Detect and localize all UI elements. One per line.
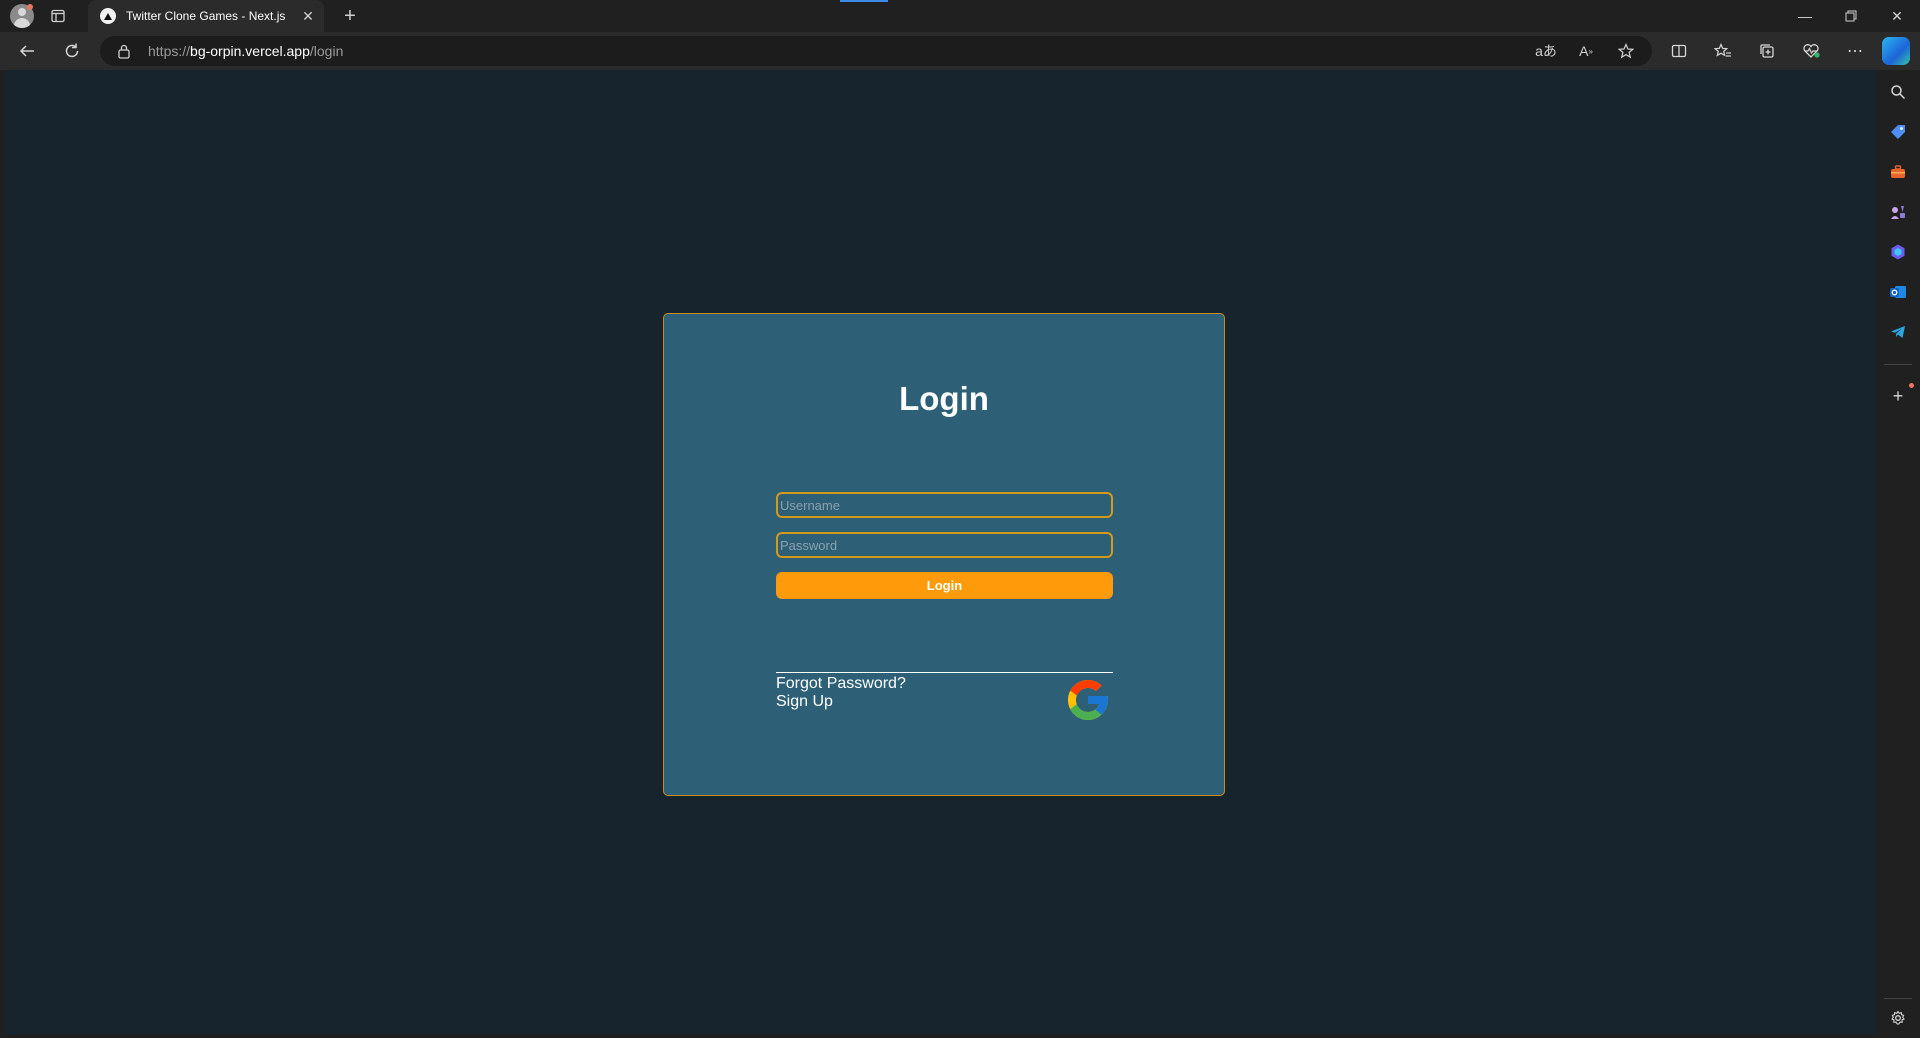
tools-icon[interactable] xyxy=(1886,160,1910,184)
outlook-icon[interactable] xyxy=(1886,280,1910,304)
sidebar-divider xyxy=(1884,364,1912,365)
refresh-icon[interactable] xyxy=(60,39,84,63)
divider xyxy=(776,672,1113,673)
username-input[interactable] xyxy=(776,492,1113,518)
read-aloud-icon[interactable]: A» xyxy=(1574,39,1598,63)
shopping-tag-icon[interactable] xyxy=(1886,120,1910,144)
page-viewport: Login Login Forgot Password? Sign Up xyxy=(4,70,1876,1034)
split-screen-icon[interactable] xyxy=(1667,39,1691,63)
collections-icon[interactable] xyxy=(1755,39,1779,63)
notification-dot xyxy=(1909,383,1914,388)
add-icon[interactable]: + xyxy=(1886,384,1910,408)
loading-indicator xyxy=(840,0,888,2)
copilot-icon[interactable] xyxy=(1882,37,1910,65)
telegram-icon[interactable] xyxy=(1886,320,1910,344)
login-title: Login xyxy=(899,380,989,417)
address-bar[interactable]: https://bg-orpin.vercel.app/login aあ A» xyxy=(100,36,1652,66)
forgot-password-link[interactable]: Forgot Password? xyxy=(776,675,906,693)
password-input[interactable] xyxy=(776,532,1113,558)
tab-actions-icon[interactable] xyxy=(48,6,68,26)
sidebar-divider-bottom xyxy=(1884,998,1912,999)
search-icon[interactable] xyxy=(1886,80,1910,104)
copilot-app-icon[interactable] xyxy=(1886,240,1910,264)
translate-icon[interactable]: aあ xyxy=(1534,39,1558,63)
games-icon[interactable] xyxy=(1886,200,1910,224)
star-icon[interactable] xyxy=(1614,39,1638,63)
tab-title: Twitter Clone Games - Next.js xyxy=(126,9,286,23)
url-scheme: https:// xyxy=(148,43,191,59)
more-icon[interactable]: ⋯ xyxy=(1843,39,1867,63)
login-button[interactable]: Login xyxy=(776,572,1113,599)
url-host: bg-orpin.vercel.app xyxy=(190,43,310,59)
right-sidebar: + xyxy=(1876,70,1920,1038)
lock-icon[interactable] xyxy=(116,43,132,59)
google-icon[interactable] xyxy=(1064,676,1112,724)
url-text: https://bg-orpin.vercel.app/login xyxy=(148,43,343,59)
tab-active[interactable]: Twitter Clone Games - Next.js ✕ xyxy=(88,0,324,32)
title-bar: Twitter Clone Games - Next.js ✕ + — ✕ xyxy=(0,0,1920,32)
minimize-icon[interactable]: — xyxy=(1782,0,1828,32)
favorites-icon[interactable] xyxy=(1711,39,1735,63)
url-path: /login xyxy=(309,43,344,59)
profile-notification-dot xyxy=(27,4,33,10)
close-icon[interactable]: ✕ xyxy=(296,4,320,28)
plus-icon[interactable]: + xyxy=(338,4,362,28)
restore-icon[interactable] xyxy=(1828,0,1874,32)
browser-toolbar: https://bg-orpin.vercel.app/login aあ A» … xyxy=(0,32,1920,70)
sign-up-link[interactable]: Sign Up xyxy=(776,693,833,711)
login-card: Login Login Forgot Password? Sign Up xyxy=(663,313,1225,796)
back-arrow-icon[interactable] xyxy=(15,39,39,63)
close-window-icon[interactable]: ✕ xyxy=(1874,0,1920,32)
settings-icon[interactable] xyxy=(1886,1006,1910,1030)
browser-essentials-icon[interactable] xyxy=(1799,39,1823,63)
vercel-triangle-icon xyxy=(100,8,116,24)
